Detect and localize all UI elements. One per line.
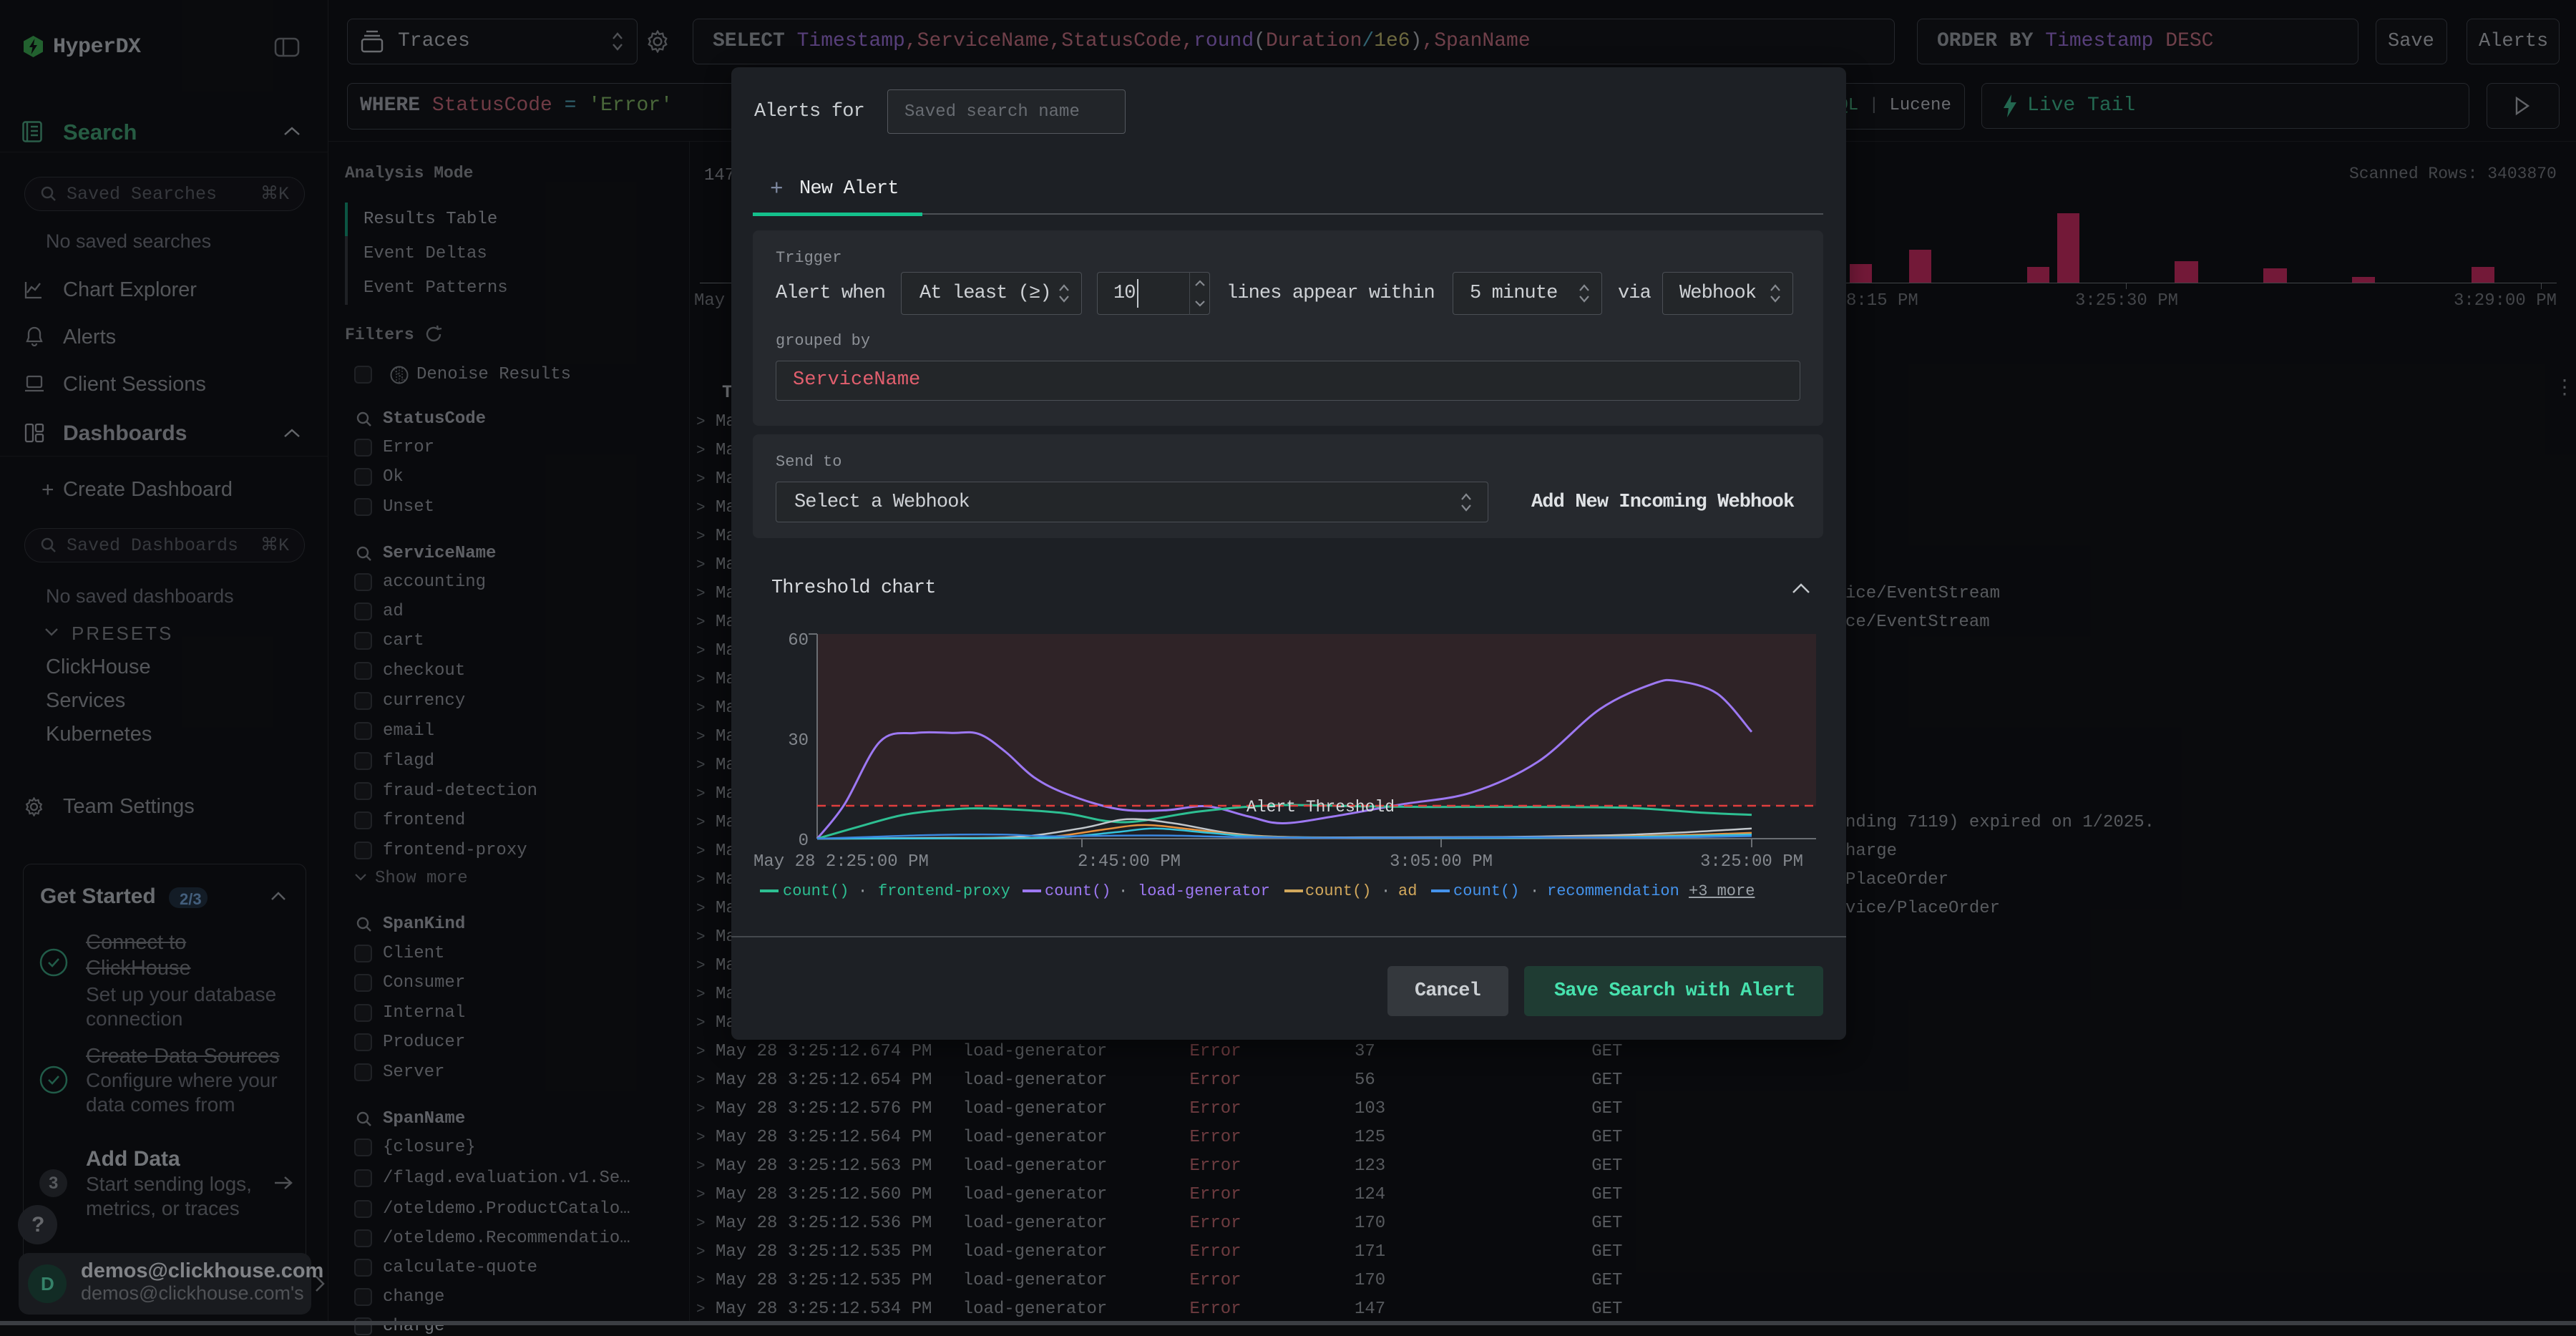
svg-text:Alert Threshold: Alert Threshold (1246, 798, 1395, 816)
svg-text:3:05:00 PM: 3:05:00 PM (1390, 852, 1493, 872)
svg-text:0: 0 (799, 832, 809, 851)
svg-text:May 28 2:25:00 PM: May 28 2:25:00 PM (753, 852, 929, 872)
svg-text:30: 30 (788, 731, 809, 751)
svg-text:3:25:00 PM: 3:25:00 PM (1700, 852, 1803, 872)
svg-text:2:45:00 PM: 2:45:00 PM (1078, 852, 1181, 872)
svg-text:60: 60 (788, 631, 809, 650)
